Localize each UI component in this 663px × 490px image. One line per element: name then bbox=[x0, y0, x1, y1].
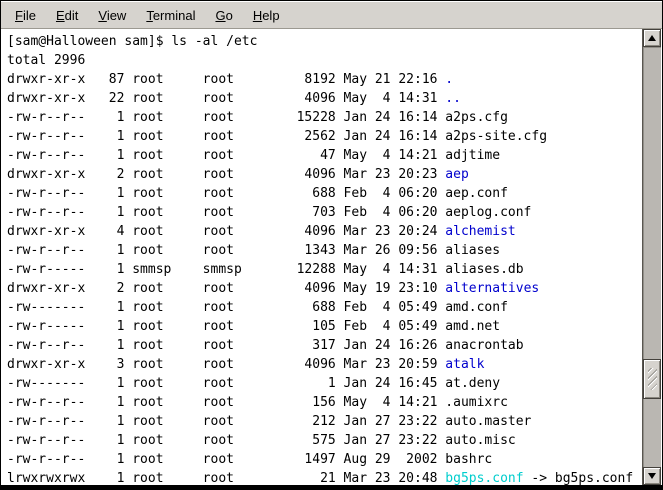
terminal-line: -rw-r--r-- 1 root root 2562 Jan 24 16:14… bbox=[7, 127, 644, 146]
menu-bar: FileEditViewTerminalGoHelp bbox=[1, 1, 662, 29]
scroll-down-button[interactable] bbox=[643, 467, 661, 485]
terminal-line: -rw-r--r-- 1 root root 156 May 4 14:21 .… bbox=[7, 393, 644, 412]
directory-name: atalk bbox=[445, 357, 484, 372]
terminal-line: -rw-r----- 1 smmsp smmsp 12288 May 4 14:… bbox=[7, 260, 644, 279]
menu-item-go[interactable]: Go bbox=[205, 4, 242, 27]
line-text: -rw-r--r-- 1 root root 575 Jan 27 23:22 … bbox=[7, 433, 516, 448]
symlink-name: bg5ps.conf bbox=[445, 471, 523, 485]
menu-item-file[interactable]: File bbox=[5, 4, 46, 27]
line-text: -rw-r--r-- 1 root root 212 Jan 27 23:22 … bbox=[7, 414, 531, 429]
terminal-line: -rw-r--r-- 1 root root 317 Jan 24 16:26 … bbox=[7, 336, 644, 355]
line-text: -rw------- 1 root root 1 Jan 24 16:45 at… bbox=[7, 376, 500, 391]
window-frame-bottom bbox=[1, 485, 662, 489]
scrollbar-track[interactable] bbox=[643, 47, 661, 467]
terminal-line: [sam@Halloween sam]$ ls -al /etc bbox=[7, 32, 644, 51]
scroll-down-icon bbox=[648, 473, 656, 479]
symlink-target: -> bg5ps.conf bbox=[524, 471, 634, 485]
line-text: -rw------- 1 root root 688 Feb 4 05:49 a… bbox=[7, 300, 508, 315]
menu-item-edit[interactable]: Edit bbox=[46, 4, 88, 27]
line-text: -rw-r--r-- 1 root root 317 Jan 24 16:26 … bbox=[7, 338, 524, 353]
line-text: drwxr-xr-x 2 root root 4096 Mar 23 20:23 bbox=[7, 167, 445, 182]
terminal-line: -rw-r--r-- 1 root root 575 Jan 27 23:22 … bbox=[7, 431, 644, 450]
terminal-line: -rw------- 1 root root 688 Feb 4 05:49 a… bbox=[7, 298, 644, 317]
terminal-line: drwxr-xr-x 3 root root 4096 Mar 23 20:59… bbox=[7, 355, 644, 374]
menu-item-terminal[interactable]: Terminal bbox=[136, 4, 205, 27]
scrollbar-thumb[interactable] bbox=[643, 359, 661, 399]
line-text: drwxr-xr-x 4 root root 4096 Mar 23 20:24 bbox=[7, 224, 445, 239]
directory-name: .. bbox=[445, 91, 461, 106]
line-text: drwxr-xr-x 3 root root 4096 Mar 23 20:59 bbox=[7, 357, 445, 372]
terminal-line: -rw-r--r-- 1 root root 688 Feb 4 06:20 a… bbox=[7, 184, 644, 203]
vertical-scrollbar bbox=[642, 29, 661, 485]
terminal-line: drwxr-xr-x 87 root root 8192 May 21 22:1… bbox=[7, 70, 644, 89]
line-text: -rw-r--r-- 1 root root 2562 Jan 24 16:14… bbox=[7, 129, 547, 144]
terminal-window: FileEditViewTerminalGoHelp [sam@Hallowee… bbox=[0, 0, 663, 490]
directory-name: . bbox=[445, 72, 453, 87]
terminal-line: -rw-r--r-- 1 root root 47 May 4 14:21 ad… bbox=[7, 146, 644, 165]
scroll-up-icon bbox=[648, 35, 656, 41]
line-text: -rw-r--r-- 1 root root 1343 Mar 26 09:56… bbox=[7, 243, 500, 258]
line-text: drwxr-xr-x 87 root root 8192 May 21 22:1… bbox=[7, 72, 445, 87]
terminal-line: drwxr-xr-x 2 root root 4096 May 19 23:10… bbox=[7, 279, 644, 298]
terminal-line: total 2996 bbox=[7, 51, 644, 70]
terminal-line: -rw-r--r-- 1 root root 703 Feb 4 06:20 a… bbox=[7, 203, 644, 222]
menu-item-view[interactable]: View bbox=[88, 4, 136, 27]
line-text: -rw-r--r-- 1 root root 156 May 4 14:21 .… bbox=[7, 395, 508, 410]
line-text: -rw-r--r-- 1 root root 1497 Aug 29 2002 … bbox=[7, 452, 492, 467]
directory-name: aep bbox=[445, 167, 468, 182]
directory-name: alchemist bbox=[445, 224, 515, 239]
terminal-line: lrwxrwxrwx 1 root root 21 Mar 23 20:48 b… bbox=[7, 469, 644, 485]
line-text: -rw-r--r-- 1 root root 15228 Jan 24 16:1… bbox=[7, 110, 508, 125]
line-text: -rw-r--r-- 1 root root 688 Feb 4 06:20 a… bbox=[7, 186, 508, 201]
line-text: -rw-r--r-- 1 root root 703 Feb 4 06:20 a… bbox=[7, 205, 531, 220]
directory-name: alternatives bbox=[445, 281, 539, 296]
line-text: drwxr-xr-x 22 root root 4096 May 4 14:31 bbox=[7, 91, 445, 106]
line-text: lrwxrwxrwx 1 root root 21 Mar 23 20:48 bbox=[7, 471, 445, 485]
menu-item-help[interactable]: Help bbox=[243, 4, 290, 27]
terminal-line: -rw-r--r-- 1 root root 212 Jan 27 23:22 … bbox=[7, 412, 644, 431]
line-text: -rw-r----- 1 smmsp smmsp 12288 May 4 14:… bbox=[7, 262, 524, 277]
line-text: -rw-r----- 1 root root 105 Feb 4 05:49 a… bbox=[7, 319, 500, 334]
terminal-line: -rw-r----- 1 root root 105 Feb 4 05:49 a… bbox=[7, 317, 644, 336]
terminal-line: -rw------- 1 root root 1 Jan 24 16:45 at… bbox=[7, 374, 644, 393]
line-text: [sam@Halloween sam]$ ls -al /etc bbox=[7, 34, 257, 49]
scrollbar-grip-icon bbox=[648, 368, 657, 390]
line-text: total 2996 bbox=[7, 53, 85, 68]
terminal-line: drwxr-xr-x 22 root root 4096 May 4 14:31… bbox=[7, 89, 644, 108]
line-text: drwxr-xr-x 2 root root 4096 May 19 23:10 bbox=[7, 281, 445, 296]
terminal-line: -rw-r--r-- 1 root root 15228 Jan 24 16:1… bbox=[7, 108, 644, 127]
terminal-output[interactable]: [sam@Halloween sam]$ ls -al /etc total 29… bbox=[2, 29, 644, 485]
line-text: -rw-r--r-- 1 root root 47 May 4 14:21 ad… bbox=[7, 148, 500, 163]
terminal-line: drwxr-xr-x 4 root root 4096 Mar 23 20:24… bbox=[7, 222, 644, 241]
terminal-line: -rw-r--r-- 1 root root 1343 Mar 26 09:56… bbox=[7, 241, 644, 260]
terminal-line: drwxr-xr-x 2 root root 4096 Mar 23 20:23… bbox=[7, 165, 644, 184]
terminal-line: -rw-r--r-- 1 root root 1497 Aug 29 2002 … bbox=[7, 450, 644, 469]
scroll-up-button[interactable] bbox=[643, 29, 661, 47]
